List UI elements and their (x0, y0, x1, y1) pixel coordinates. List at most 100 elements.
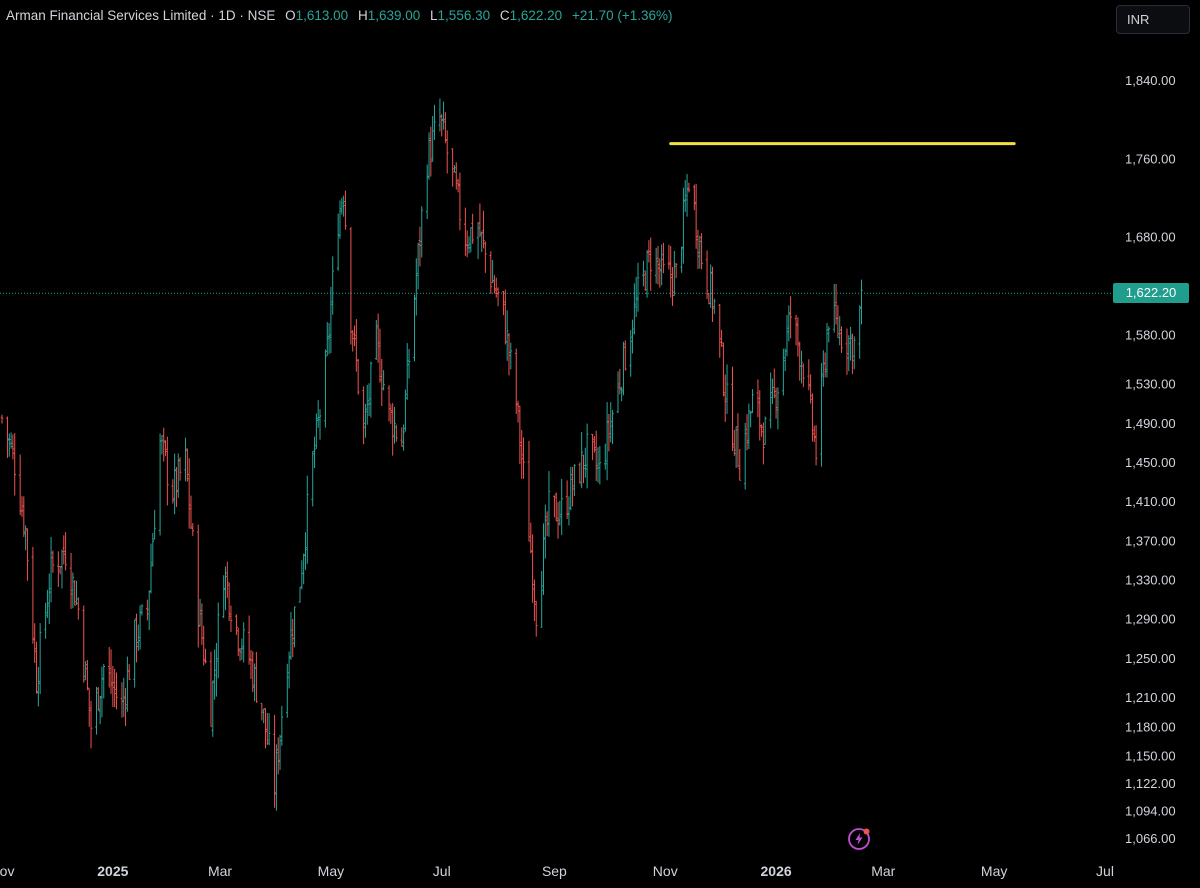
ohlc-bar (654, 247, 658, 284)
ohlc-bar (124, 688, 127, 727)
ohlc-bar (605, 402, 609, 481)
ohlc-bar (109, 649, 113, 694)
ohlc-bar (35, 641, 38, 694)
ohlc-bar (325, 322, 329, 356)
ohlc-bar (745, 414, 749, 451)
price-axis[interactable]: 1,840.00 1,760.00 1,680.00 1,580.00 1,530.00… (1125, 73, 1176, 846)
ohlc-bar (189, 495, 193, 529)
ohlc-bar (634, 276, 638, 317)
ohlc-bar (64, 532, 67, 571)
ohlc-bar (507, 332, 511, 376)
ohlc-bar (594, 430, 598, 482)
ohlc-bar (31, 546, 35, 644)
ohlc-bar (787, 305, 791, 342)
ohlc-bar (166, 436, 169, 506)
ohlc-bar (135, 613, 138, 663)
ohlc-bar (211, 680, 215, 737)
x-tick-label: Sep (542, 863, 567, 879)
ohlc-bar (102, 663, 106, 699)
x-tick-label: 2026 (761, 863, 792, 879)
ohlc-bar (89, 700, 93, 749)
ohlc-bar (542, 523, 545, 595)
ohlc-bar (77, 597, 80, 620)
ohlc-bar (158, 433, 162, 536)
x-tick-label: Mar (871, 863, 895, 879)
ohlc-bar (631, 319, 634, 354)
ohlc-bar (416, 242, 420, 290)
ohlc-bar (567, 496, 571, 526)
ohlc-bar (375, 320, 378, 360)
ohlc-bar (700, 233, 703, 270)
ohlc-bar (725, 364, 729, 414)
ohlc-bar (583, 447, 587, 478)
ohlc-bar (558, 500, 562, 526)
ohlc-bar (160, 435, 164, 455)
ohlc-bar (469, 227, 473, 253)
ohlc-bar (302, 553, 305, 585)
ohlc-bar (367, 383, 371, 416)
last-price-badge: 1,622.20 (1113, 283, 1189, 304)
ohlc-bar (315, 413, 318, 450)
ohlc-bar (413, 294, 416, 362)
ohlc-bar (611, 410, 614, 444)
ohlc-bar (747, 403, 751, 449)
ohlc-bar (822, 350, 825, 387)
ohlc-bar (13, 433, 17, 496)
ohlc-bar (255, 651, 258, 703)
ohlc-bar (84, 661, 87, 681)
ohlc-bar (404, 389, 407, 432)
ohlc-bar (736, 413, 740, 468)
ohlc-bar (642, 260, 645, 287)
ohlc-bar (198, 598, 202, 627)
ohlc-bar (62, 535, 66, 565)
lightning-alert-icon[interactable] (847, 827, 871, 851)
ohlc-bar (533, 579, 536, 622)
ohlc-bar (493, 275, 496, 294)
ohlc-bar (382, 370, 385, 391)
y-tick-label: 1,150.00 (1125, 749, 1176, 764)
ohlc-bar (713, 298, 716, 315)
ohlc-bar (71, 572, 75, 609)
ohlc-bar (578, 462, 582, 484)
ohlc-bar (304, 532, 307, 570)
ohlc-bar (444, 112, 447, 144)
ohlc-bar (569, 466, 573, 511)
ohlc-bar (743, 422, 747, 490)
ohlc-bar (353, 325, 356, 347)
ohlc-bar (667, 244, 671, 270)
ohlc-bar (783, 348, 787, 372)
ohlc-bar (458, 172, 462, 231)
ohlc-bar (369, 361, 373, 418)
ohlc-bar (705, 250, 709, 300)
ohlc-bar (264, 708, 267, 749)
ohlc-bar (191, 523, 195, 536)
ohlc-bar (851, 333, 854, 374)
ohlc-bar (298, 587, 302, 603)
ohlc-bar (649, 237, 653, 291)
ohlc-bar (356, 358, 360, 395)
ohlc-bar (800, 350, 803, 384)
ohlc-bar (387, 385, 391, 422)
ohlc-bar (107, 646, 111, 688)
ohlc-bar (622, 341, 625, 396)
ohlc-bar (814, 425, 818, 466)
ohlc-bar (451, 148, 454, 187)
ohlc-bar (38, 623, 42, 695)
ohlc-bar (376, 313, 380, 363)
ohlc-bar (858, 305, 861, 359)
ohlc-bar (464, 207, 467, 256)
ohlc-bar (153, 509, 156, 540)
ohlc-bar (316, 400, 320, 428)
x-tick-label: May (318, 863, 344, 879)
ohlc-bar (673, 250, 676, 296)
ohlc-bar (238, 648, 242, 661)
price-chart[interactable]: 1,840.00 1,760.00 1,680.00 1,580.00 1,530.00… (0, 0, 1200, 888)
ohlc-bar (0, 414, 4, 424)
ohlc-bar (782, 348, 785, 396)
ohlc-bar (378, 328, 382, 383)
ohlc-bar (656, 245, 660, 285)
ohlc-bar (482, 210, 485, 249)
ohlc-bar (425, 164, 429, 220)
ohlc-bar (478, 203, 482, 238)
time-axis[interactable]: Nov 2025 Mar May Jul Sep Nov 2026 Mar May Jul (0, 863, 1114, 879)
